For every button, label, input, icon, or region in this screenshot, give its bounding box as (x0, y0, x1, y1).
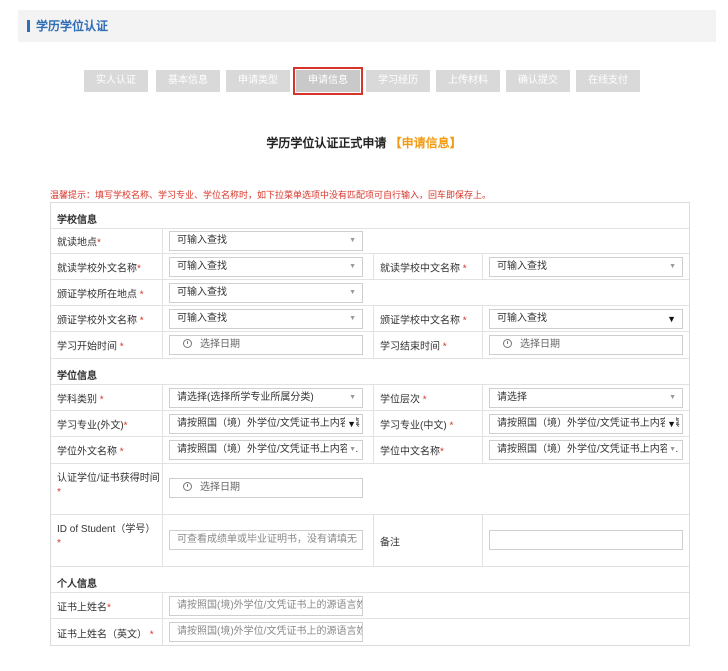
remark-input[interactable] (489, 530, 683, 550)
field-label: 就读地点 (57, 237, 97, 249)
field-label: 就读学校外文名称 (57, 263, 137, 274)
form-row: 证书上姓名（英文） * 请按照国(境)外学位/文凭证书上的源语言姓名| (51, 619, 689, 646)
form-title-highlight: 【申请信息】 (389, 136, 462, 150)
issuing-school-chinese-select[interactable]: 可输入查找 ▼ (489, 309, 683, 329)
form-row: 证书上姓名* 请按照国(境)外学位/文凭证书上的源语言姓名| (51, 593, 689, 619)
form-row: 颁证学校所在地点 * 可输入查找 ▼ (51, 280, 689, 306)
field-label: 学位外文名称 (57, 446, 117, 458)
chevron-down-icon: ▼ (349, 394, 356, 401)
section-title: 学位信息 (57, 371, 97, 382)
degree-chinese-name-select[interactable]: 请按照国（境）外学位/文凭证书上内容... ▼ (489, 440, 683, 460)
field-label: 学位层次 (380, 394, 420, 405)
section-school: 学校信息 (51, 203, 689, 229)
field-label: 备注 (380, 537, 400, 548)
step-tab-identity[interactable]: 实人认证 (84, 70, 148, 92)
page-header: 学历学位认证 (18, 10, 716, 42)
field-label: 学习专业(中文) (380, 420, 447, 431)
study-start-date-picker[interactable]: 选择日期 (169, 335, 363, 355)
study-end-date-picker[interactable]: 选择日期 (489, 335, 683, 355)
cert-name-en-input[interactable]: 请按照国(境)外学位/文凭证书上的源语言姓名| (169, 622, 363, 642)
clock-icon (183, 339, 192, 348)
field-label: 认证学位/证书获得时间 (57, 473, 160, 484)
discipline-select[interactable]: 请选择(选择所学专业所属分类) ▼ (169, 388, 363, 408)
chevron-down-icon: ▼ (349, 289, 356, 296)
field-label: ID of Student（学号） (57, 524, 156, 535)
step-tab-study-history[interactable]: 学习经历 (366, 70, 430, 92)
field-label: 学习开始时间 (57, 341, 117, 353)
section-title: 学校信息 (57, 215, 97, 226)
cert-name-input[interactable]: 请按照国(境)外学位/文凭证书上的源语言姓名| (169, 596, 363, 616)
form-row: 颁证学校外文名称 * 可输入查找 ▼ 颁证学校中文名称 * 可输入查找 ▼ (51, 306, 689, 332)
school-foreign-name-select[interactable]: 可输入查找 ▼ (169, 257, 363, 277)
chevron-down-icon: ▼ (669, 263, 676, 270)
field-label: 颁证学校所在地点 (57, 289, 137, 300)
chevron-down-icon: ▼ (665, 415, 676, 433)
step-tab-application-info[interactable]: 申请信息 (293, 67, 363, 95)
step-tab-application-type[interactable]: 申请类型 (226, 70, 290, 92)
step-tabs: 实人认证 基本信息 申请类型 申请信息 学习经历 上传材料 确认提交 在线支付 (84, 67, 644, 95)
issuing-school-foreign-select[interactable]: 可输入查找 ▼ (169, 309, 363, 329)
chevron-down-icon: ▼ (667, 441, 676, 459)
chevron-down-icon: ▼ (349, 315, 356, 322)
clock-icon (183, 482, 192, 491)
form-row: 学习专业(外文)* 请按照国（境）外学位/文凭证书上内容填 ▼ 学习专业(中文) … (51, 411, 689, 437)
field-label: 学习结束时间 (380, 341, 440, 353)
step-tab-payment[interactable]: 在线支付 (576, 70, 640, 92)
field-label: 证书上姓名 (57, 602, 107, 613)
application-form: 学校信息 就读地点* 可输入查找 ▼ 就读学校外文名称* 可输入查找 ▼ 就读学校中… (50, 202, 690, 646)
chevron-down-icon: ▼ (347, 441, 356, 459)
step-tab-basic-info[interactable]: 基本信息 (156, 70, 220, 92)
chevron-down-icon: ▼ (349, 237, 356, 244)
header-accent-bar (27, 20, 30, 32)
section-degree: 学位信息 (51, 359, 689, 385)
field-label: 学科类别 (57, 394, 97, 405)
form-row: 认证学位/证书获得时间 * 选择日期 (51, 464, 689, 515)
form-row: 学位外文名称 * 请按照国（境）外学位/文凭证书上内容... ▼ 学位中文名称* … (51, 437, 689, 464)
form-title: 学历学位认证正式申请 【申请信息】 (0, 134, 728, 151)
study-location-select[interactable]: 可输入查找 ▼ (169, 231, 363, 251)
hint-text: 温馨提示：填写学校名称、学习专业、学位名称时，如下拉菜单选项中没有匹配项可自行输… (50, 190, 492, 200)
field-label: 就读学校中文名称 (380, 263, 460, 274)
field-label: 学习专业(外文) (57, 420, 124, 431)
field-label: 学位中文名称 (380, 446, 440, 458)
field-label: 颁证学校外文名称 (57, 315, 137, 326)
page-title: 学历学位认证 (36, 19, 109, 33)
form-row: 就读地点* 可输入查找 ▼ (51, 229, 689, 254)
section-title: 个人信息 (57, 579, 97, 590)
clock-icon (503, 339, 512, 348)
step-tab-upload[interactable]: 上传材料 (436, 70, 500, 92)
step-tab-confirm[interactable]: 确认提交 (506, 70, 570, 92)
field-label: 颁证学校中文名称 (380, 315, 460, 326)
chevron-down-icon: ▼ (345, 415, 356, 433)
award-date-picker[interactable]: 选择日期 (169, 478, 363, 498)
degree-foreign-name-select[interactable]: 请按照国（境）外学位/文凭证书上内容... ▼ (169, 440, 363, 460)
major-foreign-select[interactable]: 请按照国（境）外学位/文凭证书上内容填 ▼ (169, 414, 363, 434)
degree-level-select[interactable]: 请选择 ▼ (489, 388, 683, 408)
chevron-down-icon: ▼ (669, 394, 676, 401)
form-row: 就读学校外文名称* 可输入查找 ▼ 就读学校中文名称 * 可输入查找 ▼ (51, 254, 689, 280)
form-row: 学习开始时间 * 选择日期 学习结束时间 * 选择日期 (51, 332, 689, 359)
form-row: ID of Student（学号） * 可查看成绩单或毕业证明书，没有请填无 备注 (51, 515, 689, 567)
section-personal: 个人信息 (51, 567, 689, 593)
chevron-down-icon: ▼ (667, 314, 676, 324)
school-chinese-name-select[interactable]: 可输入查找 ▼ (489, 257, 683, 277)
form-row: 学科类别 * 请选择(选择所学专业所属分类) ▼ 学位层次 * 请选择 ▼ (51, 385, 689, 411)
chevron-down-icon: ▼ (349, 263, 356, 270)
field-label: 证书上姓名（英文） (57, 629, 147, 640)
student-id-input[interactable]: 可查看成绩单或毕业证明书，没有请填无 (169, 530, 363, 550)
issuing-school-location-select[interactable]: 可输入查找 ▼ (169, 283, 363, 303)
form-title-main: 学历学位认证正式申请 (266, 136, 387, 150)
major-chinese-select[interactable]: 请按照国（境）外学位/文凭证书上内容填 ▼ (489, 414, 683, 434)
